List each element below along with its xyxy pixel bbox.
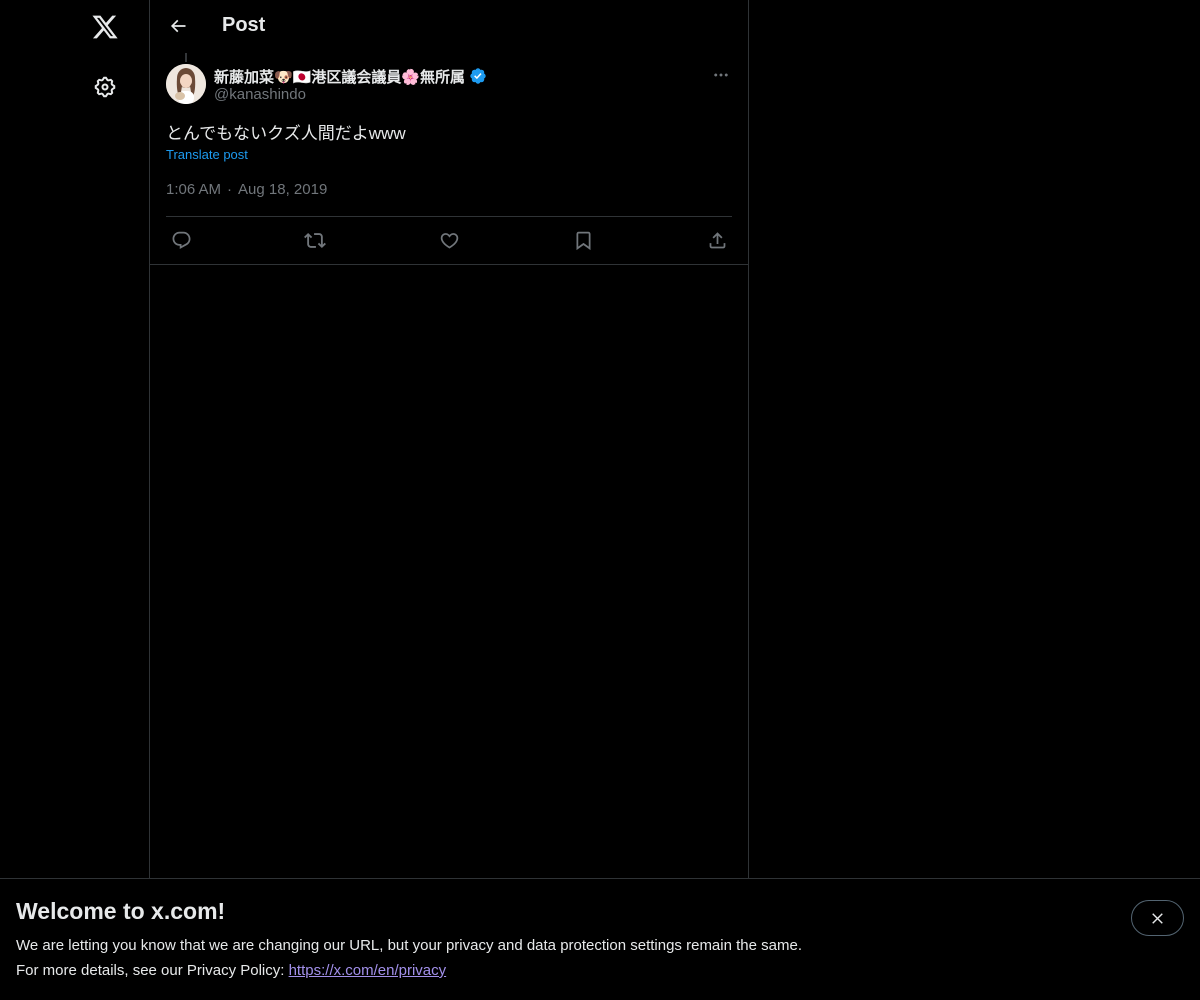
banner-close-button[interactable] — [1131, 900, 1184, 936]
banner-message: We are letting you know that we are chan… — [16, 937, 802, 954]
post-timestamp[interactable]: 1:06 AM · Aug 18, 2019 — [166, 181, 327, 198]
author-name-link[interactable]: 新藤加菜🐶🇯🇵港区議会議員🌸無所属 — [214, 66, 487, 86]
more-options-button[interactable] — [710, 64, 732, 86]
author-name: 新藤加菜🐶🇯🇵港区議会議員🌸無所属 — [214, 68, 466, 86]
separator-dot: · — [227, 181, 233, 198]
post-text: とんでもないクズ人間だよwww — [166, 124, 406, 143]
banner-privacy-prefix: For more details, see our Privacy Policy… — [16, 962, 289, 979]
x-logo-icon — [92, 15, 118, 39]
share-button[interactable] — [706, 229, 728, 251]
bookmark-button[interactable] — [572, 229, 594, 251]
bookmark-icon — [576, 231, 590, 250]
thread-connector-line — [185, 53, 187, 62]
translate-post-link[interactable]: Translate post — [166, 147, 248, 162]
post-action-bar — [166, 217, 732, 264]
page-title: Post — [222, 14, 266, 36]
post-author: 新藤加菜🐶🇯🇵港区議会議員🌸無所属 @kanashindo — [214, 66, 487, 103]
avatar-image — [166, 64, 206, 104]
settings-gear-icon — [94, 76, 116, 98]
author-handle[interactable]: @kanashindo — [214, 86, 487, 103]
url-change-banner: Welcome to x.com! We are letting you kno… — [0, 878, 1200, 1000]
banner-title: Welcome to x.com! — [16, 898, 226, 924]
like-icon — [440, 232, 458, 249]
reply-icon — [172, 231, 190, 249]
page-header: Post — [150, 0, 748, 53]
repost-button[interactable] — [304, 229, 326, 251]
like-button[interactable] — [438, 229, 460, 251]
share-icon — [709, 231, 725, 248]
more-options-icon — [714, 73, 728, 77]
privacy-policy-link[interactable]: https://x.com/en/privacy — [289, 962, 447, 979]
post-date: Aug 18, 2019 — [238, 181, 328, 198]
primary-column: Post 新藤加菜🐶🇯🇵港区議会議員🌸無所属 @kanashindo とんでもな… — [150, 0, 749, 1000]
divider — [150, 264, 748, 265]
avatar[interactable] — [166, 64, 206, 104]
left-nav — [0, 0, 150, 1000]
settings-link[interactable] — [80, 62, 130, 112]
x-logo-home-link[interactable] — [80, 2, 130, 52]
back-button[interactable] — [160, 8, 196, 44]
banner-privacy-line: For more details, see our Privacy Policy… — [16, 962, 446, 979]
close-icon — [1152, 912, 1163, 924]
back-arrow-icon — [170, 19, 186, 33]
repost-icon — [304, 232, 326, 248]
post-time: 1:06 AM — [166, 181, 222, 198]
reply-button[interactable] — [170, 229, 192, 251]
verified-badge-icon — [469, 67, 487, 85]
